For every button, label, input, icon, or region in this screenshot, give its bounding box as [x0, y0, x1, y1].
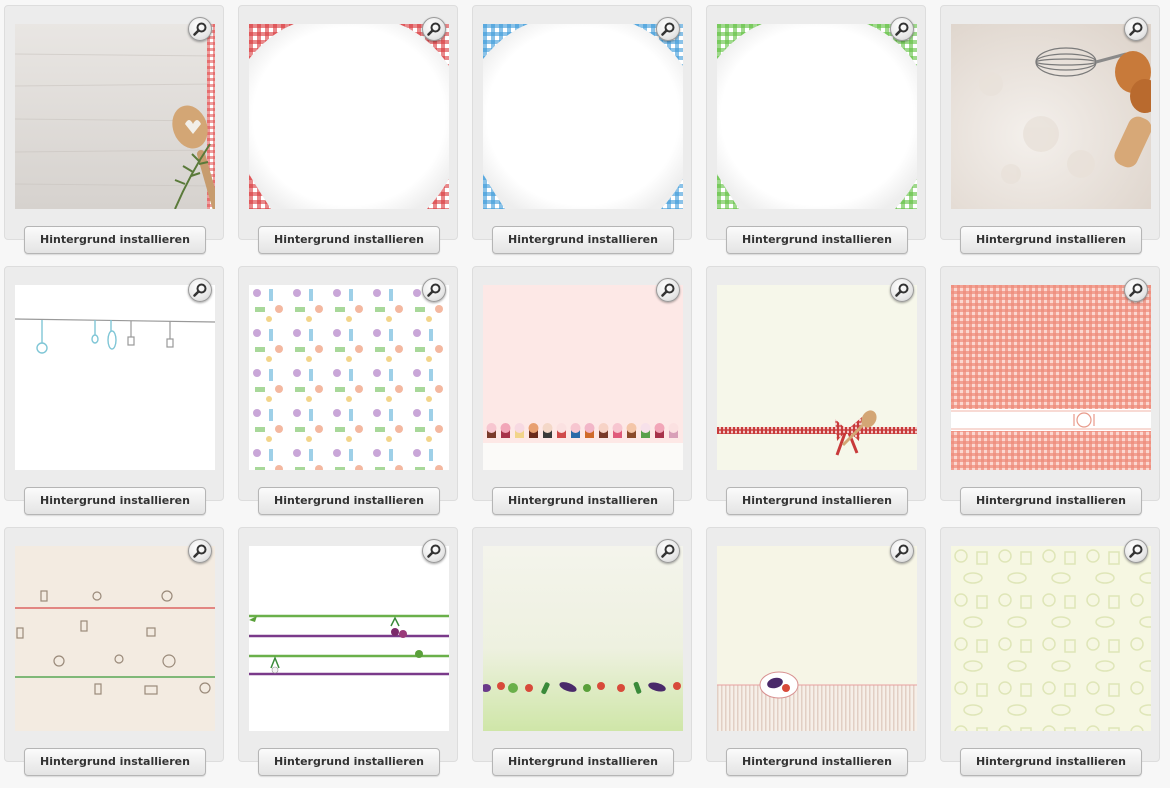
background-card-gingham-red-corners: Hintergrund installieren — [238, 5, 458, 254]
background-card-flour-whisk-eggs: Hintergrund installieren — [940, 5, 1160, 254]
background-thumbnail[interactable] — [951, 285, 1151, 470]
zoom-icon[interactable] — [422, 17, 446, 41]
install-background-button[interactable]: Hintergrund installieren — [492, 226, 674, 254]
zoom-icon[interactable] — [890, 17, 914, 41]
install-background-button[interactable]: Hintergrund installieren — [960, 226, 1142, 254]
background-card-cupcakes-pink: Hintergrund installieren — [472, 266, 692, 515]
background-thumbnail[interactable] — [483, 24, 683, 209]
gingham-green-corners-image — [717, 24, 917, 209]
gingham-red-corners-image — [249, 24, 449, 209]
background-card-hanging-utensils: Hintergrund installieren — [4, 266, 224, 515]
utensil-pattern-image — [249, 285, 449, 470]
background-thumbnail[interactable] — [717, 24, 917, 209]
background-thumbnail[interactable] — [15, 546, 215, 731]
flour-whisk-eggs-image — [951, 24, 1151, 209]
green-purple-lines-veg-image — [249, 546, 449, 731]
background-card-green-vegetables-row: Hintergrund installieren — [472, 527, 692, 776]
zoom-icon[interactable] — [656, 17, 680, 41]
red-gingham-plate-image — [951, 285, 1151, 470]
zoom-icon[interactable] — [188, 278, 212, 302]
background-card-wood-spoon: Hintergrund installieren — [4, 5, 224, 254]
zoom-icon[interactable] — [1124, 278, 1148, 302]
background-thumbnail[interactable] — [249, 285, 449, 470]
hanging-utensils-image — [15, 285, 215, 470]
install-background-button[interactable]: Hintergrund installieren — [24, 226, 206, 254]
beige-kitchen-icons-image — [15, 546, 215, 731]
zoom-icon[interactable] — [656, 278, 680, 302]
background-thumbnail[interactable] — [249, 24, 449, 209]
install-background-button[interactable]: Hintergrund installieren — [258, 226, 440, 254]
background-card-pale-green-pattern: Hintergrund installieren — [940, 527, 1160, 776]
install-background-button[interactable]: Hintergrund installieren — [24, 487, 206, 515]
zoom-icon[interactable] — [188, 17, 212, 41]
background-thumbnail[interactable] — [15, 24, 215, 209]
background-thumbnail[interactable] — [717, 285, 917, 470]
background-card-utensil-pattern: Hintergrund installieren — [238, 266, 458, 515]
zoom-icon[interactable] — [188, 539, 212, 563]
green-vegetables-row-image — [483, 546, 683, 731]
zoom-icon[interactable] — [1124, 17, 1148, 41]
install-background-button[interactable]: Hintergrund installieren — [726, 226, 908, 254]
background-thumbnail[interactable] — [249, 546, 449, 731]
install-background-button[interactable]: Hintergrund installieren — [726, 487, 908, 515]
background-card-ribbon-bow-spoon: Hintergrund installieren — [706, 266, 926, 515]
background-card-red-gingham-plate: Hintergrund installieren — [940, 266, 1160, 515]
background-card-cream-eggplant-stripes: Hintergrund installieren — [706, 527, 926, 776]
zoom-icon[interactable] — [890, 539, 914, 563]
background-card-gingham-green-corners: Hintergrund installieren — [706, 5, 926, 254]
install-background-button[interactable]: Hintergrund installieren — [492, 748, 674, 776]
background-thumbnail[interactable] — [15, 285, 215, 470]
install-background-button[interactable]: Hintergrund installieren — [492, 487, 674, 515]
install-background-button[interactable]: Hintergrund installieren — [258, 748, 440, 776]
background-thumbnail[interactable] — [717, 546, 917, 731]
zoom-icon[interactable] — [422, 539, 446, 563]
install-background-button[interactable]: Hintergrund installieren — [258, 487, 440, 515]
pale-green-pattern-image — [951, 546, 1151, 731]
zoom-icon[interactable] — [890, 278, 914, 302]
background-thumbnail[interactable] — [951, 546, 1151, 731]
background-thumbnail[interactable] — [483, 285, 683, 470]
background-gallery: Hintergrund installieren Hintergrund ins… — [0, 0, 1170, 788]
ribbon-bow-spoon-image — [717, 285, 917, 470]
install-background-button[interactable]: Hintergrund installieren — [960, 487, 1142, 515]
cream-eggplant-stripes-image — [717, 546, 917, 731]
background-card-beige-kitchen-icons: Hintergrund installieren — [4, 527, 224, 776]
background-thumbnail[interactable] — [483, 546, 683, 731]
install-background-button[interactable]: Hintergrund installieren — [726, 748, 908, 776]
zoom-icon[interactable] — [1124, 539, 1148, 563]
background-card-gingham-blue-corners: Hintergrund installieren — [472, 5, 692, 254]
zoom-icon[interactable] — [422, 278, 446, 302]
cupcakes-pink-image — [483, 285, 683, 470]
background-thumbnail[interactable] — [951, 24, 1151, 209]
wood-spoon-image — [15, 24, 215, 209]
background-card-green-purple-lines-veg: Hintergrund installieren — [238, 527, 458, 776]
install-background-button[interactable]: Hintergrund installieren — [24, 748, 206, 776]
zoom-icon[interactable] — [656, 539, 680, 563]
install-background-button[interactable]: Hintergrund installieren — [960, 748, 1142, 776]
gingham-blue-corners-image — [483, 24, 683, 209]
